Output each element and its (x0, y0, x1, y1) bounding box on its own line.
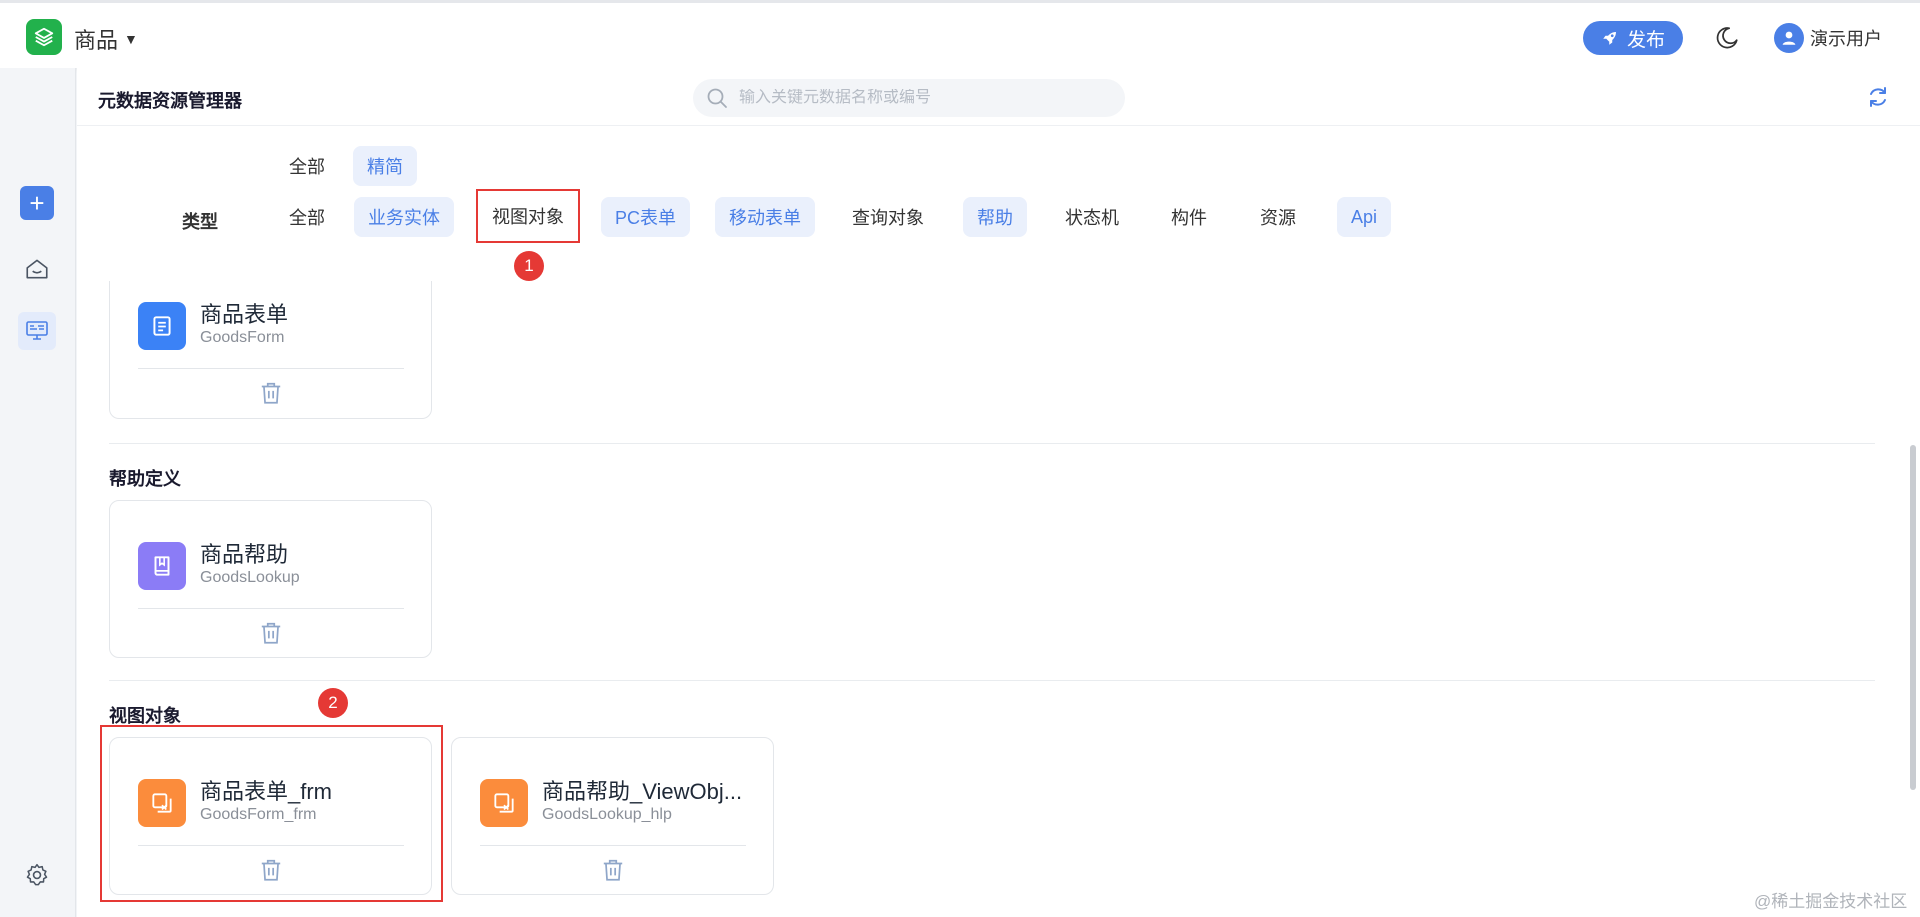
rocket-icon (1603, 32, 1616, 45)
card-code: GoodsLookup_hlp (542, 806, 672, 823)
scope-all[interactable]: 全部 (275, 146, 339, 186)
vertical-scrollbar[interactable] (1910, 445, 1916, 790)
panel-header: 元数据资源管理器 (77, 68, 1920, 126)
user-menu[interactable]: 演示用户 (1774, 23, 1882, 53)
main-panel: 元数据资源管理器 全部 精简 类型 全部 业务实体 视图对象 PC表单 移动表单… (77, 68, 1920, 917)
card-code: GoodsForm (200, 329, 285, 346)
user-icon (1782, 31, 1796, 45)
type-component[interactable]: 构件 (1157, 197, 1221, 237)
type-help[interactable]: 帮助 (963, 197, 1027, 237)
metadata-manager-nav[interactable] (18, 312, 56, 350)
left-rail: + (0, 68, 76, 917)
gear-icon[interactable] (24, 862, 50, 888)
moon-icon[interactable] (1714, 25, 1740, 51)
annotation-badge-1: 1 (514, 251, 544, 281)
form-icon (138, 302, 186, 350)
user-name: 演示用户 (1810, 29, 1882, 49)
page-title: 元数据资源管理器 (98, 91, 242, 111)
type-state-machine[interactable]: 状态机 (1051, 197, 1133, 237)
card-divider (138, 608, 404, 609)
section-title-help: 帮助定义 (109, 469, 181, 489)
monitor-icon (26, 321, 48, 340)
card-name: 商品帮助_ViewObj... (542, 779, 743, 804)
top-bar: 商品 ▼ 发布 演示用户 (0, 0, 1920, 68)
search-icon (707, 88, 727, 108)
metadata-card[interactable]: 商品帮助 GoodsLookup (109, 500, 432, 658)
book-icon (138, 542, 186, 590)
card-code: GoodsLookup (200, 569, 300, 586)
card-name: 商品表单 (200, 302, 289, 327)
app-title: 商品 (74, 28, 119, 53)
section-divider (109, 443, 1875, 444)
type-resource[interactable]: 资源 (1246, 197, 1310, 237)
scope-simplified[interactable]: 精简 (353, 146, 417, 186)
section-divider (109, 680, 1875, 681)
type-view-object[interactable]: 视图对象 (476, 189, 580, 243)
add-button[interactable]: + (20, 186, 54, 220)
layers-icon (34, 27, 54, 47)
trash-icon[interactable] (258, 620, 284, 646)
caret-down-icon: ▼ (124, 31, 138, 47)
trash-icon[interactable] (258, 380, 284, 406)
card-divider (138, 368, 404, 369)
type-business-entity[interactable]: 业务实体 (354, 197, 454, 237)
trash-icon[interactable] (600, 857, 626, 883)
search-input[interactable] (739, 89, 1099, 107)
view-object-icon (480, 779, 528, 827)
type-pc-form[interactable]: PC表单 (601, 197, 691, 237)
type-mobile-form[interactable]: 移动表单 (715, 197, 815, 237)
card-name: 商品帮助 (200, 542, 289, 567)
publish-label: 发布 (1626, 29, 1665, 51)
type-query-object[interactable]: 查询对象 (838, 197, 938, 237)
home-icon[interactable] (24, 256, 50, 282)
metadata-card[interactable]: 商品表单 GoodsForm (109, 281, 432, 419)
app-switcher[interactable]: 商品 ▼ (74, 23, 138, 55)
watermark: @稀土掘金技术社区 (1754, 892, 1908, 911)
avatar (1774, 23, 1804, 53)
metadata-card[interactable]: 商品帮助_ViewObj... GoodsLookup_hlp (451, 737, 774, 895)
publish-button[interactable]: 发布 (1583, 21, 1683, 55)
card-divider (480, 845, 746, 846)
type-api[interactable]: Api (1337, 197, 1392, 237)
app-logo[interactable] (26, 19, 62, 55)
type-all[interactable]: 全部 (275, 197, 339, 237)
refresh-icon[interactable] (1866, 85, 1890, 109)
annotation-highlight-box (100, 725, 443, 902)
type-label: 类型 (182, 212, 218, 232)
annotation-badge-2: 2 (318, 688, 348, 718)
search-box[interactable] (693, 79, 1125, 117)
